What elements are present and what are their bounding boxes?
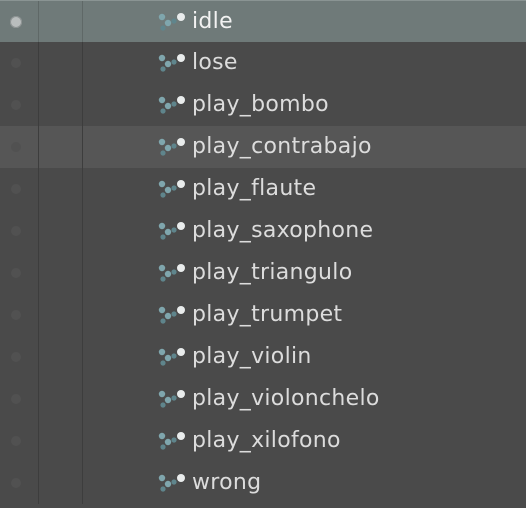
selection-dot-icon[interactable] bbox=[11, 394, 21, 404]
column-divider bbox=[82, 336, 83, 378]
animation-name-label: idle bbox=[192, 9, 233, 34]
selection-dot-icon[interactable] bbox=[11, 436, 21, 446]
animation-name-label: play_contrabajo bbox=[192, 134, 372, 159]
column-divider bbox=[38, 1, 39, 42]
animation-list-item[interactable]: play_xilofono bbox=[0, 420, 526, 462]
column-divider bbox=[82, 126, 83, 168]
animation-clip-icon bbox=[158, 348, 185, 366]
animation-list-panel: idle lose play_bombo play_contrabajo play_fl… bbox=[0, 0, 526, 508]
selection-dot-icon[interactable] bbox=[11, 184, 21, 194]
column-divider bbox=[38, 252, 39, 294]
column-divider bbox=[82, 420, 83, 462]
column-divider bbox=[82, 462, 83, 504]
animation-name-label: play_flaute bbox=[192, 176, 317, 201]
animation-name-label: play_violonchelo bbox=[192, 386, 380, 411]
animation-name-label: play_triangulo bbox=[192, 260, 353, 285]
animation-clip-icon bbox=[158, 474, 185, 492]
animation-name-label: lose bbox=[192, 50, 238, 75]
animation-clip-icon bbox=[158, 138, 185, 156]
column-divider bbox=[38, 42, 39, 84]
animation-clip-icon bbox=[158, 54, 185, 72]
selection-dot-icon[interactable] bbox=[11, 268, 21, 278]
column-divider bbox=[38, 378, 39, 420]
animation-clip-icon bbox=[158, 432, 185, 450]
selection-dot-icon[interactable] bbox=[11, 226, 21, 236]
column-divider bbox=[82, 378, 83, 420]
animation-list-item[interactable]: play_violonchelo bbox=[0, 378, 526, 420]
column-divider bbox=[38, 420, 39, 462]
animation-list-item[interactable]: play_contrabajo bbox=[0, 126, 526, 168]
selection-dot-icon[interactable] bbox=[10, 15, 22, 28]
animation-list-item[interactable]: play_flaute bbox=[0, 168, 526, 210]
animation-list-item[interactable]: play_saxophone bbox=[0, 210, 526, 252]
column-divider bbox=[82, 84, 83, 126]
animation-list-item[interactable]: wrong bbox=[0, 462, 526, 504]
animation-list-item[interactable]: play_trumpet bbox=[0, 294, 526, 336]
column-divider bbox=[38, 462, 39, 504]
animation-clip-icon bbox=[158, 390, 185, 408]
animation-clip-icon bbox=[158, 264, 185, 282]
selection-dot-icon[interactable] bbox=[11, 142, 21, 152]
column-divider bbox=[38, 294, 39, 336]
animation-name-label: play_violin bbox=[192, 344, 312, 369]
selection-dot-icon[interactable] bbox=[11, 310, 21, 320]
animation-clip-icon bbox=[158, 96, 185, 114]
animation-list-item[interactable]: play_triangulo bbox=[0, 252, 526, 294]
column-divider bbox=[82, 1, 83, 42]
column-divider bbox=[38, 126, 39, 168]
selection-dot-icon[interactable] bbox=[11, 58, 21, 68]
animation-name-label: play_saxophone bbox=[192, 218, 374, 243]
selection-dot-icon[interactable] bbox=[11, 352, 21, 362]
animation-name-label: play_bombo bbox=[192, 92, 329, 117]
animation-name-label: play_xilofono bbox=[192, 428, 341, 453]
animation-clip-icon bbox=[158, 12, 185, 31]
column-divider bbox=[82, 168, 83, 210]
column-divider bbox=[82, 210, 83, 252]
column-divider bbox=[82, 42, 83, 84]
animation-clip-icon bbox=[158, 306, 185, 324]
column-divider bbox=[38, 336, 39, 378]
animation-list-item[interactable]: lose bbox=[0, 42, 526, 84]
column-divider bbox=[38, 168, 39, 210]
selection-dot-icon[interactable] bbox=[11, 100, 21, 110]
animation-name-label: play_trumpet bbox=[192, 302, 343, 327]
selection-dot-icon[interactable] bbox=[11, 478, 21, 488]
column-divider bbox=[82, 294, 83, 336]
animation-list-item[interactable]: play_violin bbox=[0, 336, 526, 378]
animation-clip-icon bbox=[158, 180, 185, 198]
column-divider bbox=[82, 252, 83, 294]
animation-clip-icon bbox=[158, 222, 185, 240]
animation-list-item[interactable]: idle bbox=[0, 0, 526, 42]
animation-list-item[interactable]: play_bombo bbox=[0, 84, 526, 126]
column-divider bbox=[38, 84, 39, 126]
column-divider bbox=[38, 210, 39, 252]
animation-name-label: wrong bbox=[192, 470, 262, 495]
